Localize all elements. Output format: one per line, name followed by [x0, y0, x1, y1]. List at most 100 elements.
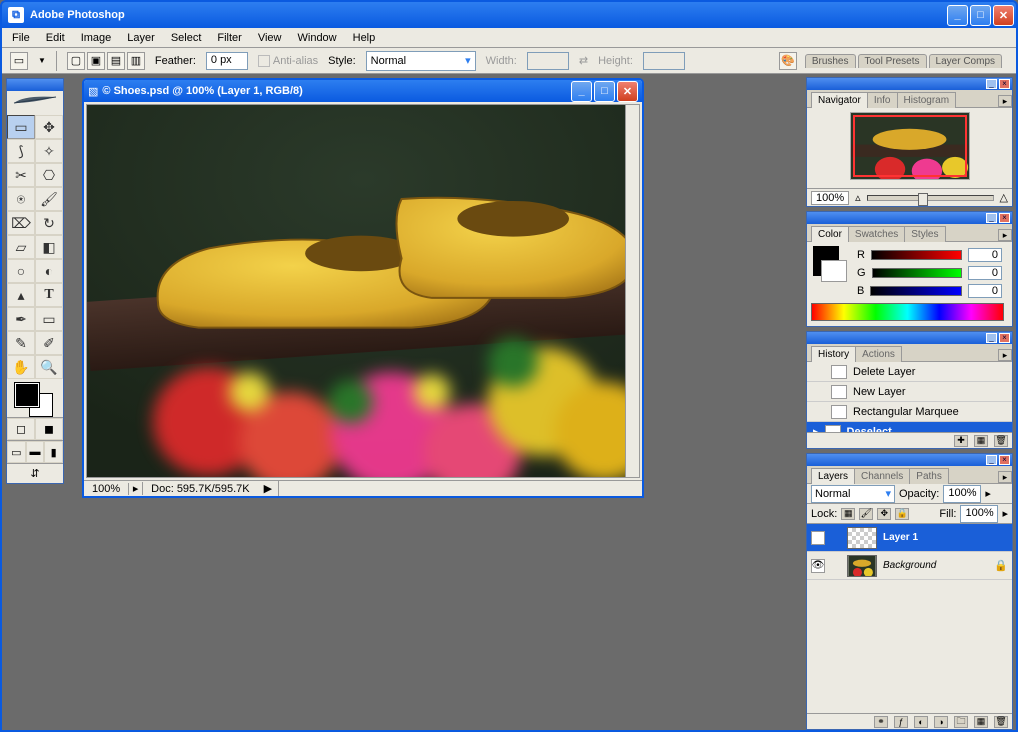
link-layers-button[interactable]: ⚭: [874, 716, 888, 728]
new-fill-adj-button[interactable]: ◑: [934, 716, 948, 728]
opacity-input[interactable]: 100%: [943, 485, 981, 503]
selection-add-icon[interactable]: ▣: [87, 52, 105, 70]
doc-close-button[interactable]: ✕: [617, 81, 638, 102]
layer-thumbnail[interactable]: [847, 555, 877, 577]
lock-position-button[interactable]: ✥: [877, 508, 891, 520]
visibility-toggle-icon[interactable]: 👁: [811, 559, 825, 573]
panel-menu-button[interactable]: ▸: [998, 229, 1012, 241]
marquee-tool[interactable]: ▭: [7, 115, 35, 139]
pen-tool[interactable]: ✒: [7, 307, 35, 331]
menu-file[interactable]: File: [4, 29, 38, 47]
gradient-tool[interactable]: ◧: [35, 235, 63, 259]
lasso-tool[interactable]: ⟆: [7, 139, 35, 163]
horizontal-scrollbar[interactable]: [278, 481, 642, 496]
navigator-thumbnail[interactable]: [850, 112, 970, 180]
brush-tool[interactable]: 🖌: [35, 187, 63, 211]
document-canvas-area[interactable]: [86, 104, 640, 478]
doc-maximize-button[interactable]: □: [594, 81, 615, 102]
selection-intersect-icon[interactable]: ▥: [127, 52, 145, 70]
menu-select[interactable]: Select: [163, 29, 210, 47]
type-tool[interactable]: T: [35, 283, 63, 307]
fill-flyout-icon[interactable]: ▸: [1002, 507, 1008, 520]
window-close-button[interactable]: ✕: [993, 5, 1014, 26]
lock-image-button[interactable]: 🖌: [859, 508, 873, 520]
window-minimize-button[interactable]: _: [947, 5, 968, 26]
dodge-tool[interactable]: ◐: [35, 259, 63, 283]
menu-edit[interactable]: Edit: [38, 29, 73, 47]
notes-tool[interactable]: ✎: [7, 331, 35, 355]
channel-b-slider[interactable]: [870, 286, 962, 296]
tab-layers[interactable]: Layers: [811, 468, 855, 484]
slice-tool[interactable]: ⎔: [35, 163, 63, 187]
history-item[interactable]: Delete Layer: [807, 362, 1012, 382]
zoom-tool[interactable]: 🔍: [35, 355, 63, 379]
menu-view[interactable]: View: [250, 29, 290, 47]
channel-g-input[interactable]: 0: [968, 266, 1002, 280]
fill-input[interactable]: 100%: [960, 505, 998, 523]
history-brush-tool[interactable]: ↻: [35, 211, 63, 235]
chevron-down-icon[interactable]: ▼: [38, 56, 46, 65]
clone-stamp-tool[interactable]: ⌦: [7, 211, 35, 235]
layer-style-button[interactable]: ƒ: [894, 716, 908, 728]
style-select[interactable]: Normal ▾: [366, 51, 476, 71]
layer-name[interactable]: Background: [883, 560, 936, 571]
tab-navigator[interactable]: Navigator: [811, 92, 868, 108]
foreground-color-swatch[interactable]: [15, 383, 39, 407]
tab-history[interactable]: History: [811, 346, 856, 362]
panel-minimize-button[interactable]: _: [986, 213, 997, 223]
channel-g-slider[interactable]: [872, 268, 962, 278]
channel-b-input[interactable]: 0: [968, 284, 1002, 298]
tab-actions[interactable]: Actions: [855, 346, 902, 362]
color-spectrum[interactable]: [811, 303, 1004, 321]
move-tool[interactable]: ✥: [35, 115, 63, 139]
menu-help[interactable]: Help: [345, 29, 384, 47]
tab-styles[interactable]: Styles: [904, 226, 945, 242]
eraser-tool[interactable]: ▱: [7, 235, 35, 259]
visibility-toggle-icon[interactable]: 👁: [811, 531, 825, 545]
panel-minimize-button[interactable]: _: [986, 79, 997, 89]
marquee-preset-icon[interactable]: ▭: [10, 52, 28, 70]
tab-swatches[interactable]: Swatches: [848, 226, 905, 242]
menu-window[interactable]: Window: [290, 29, 345, 47]
hand-tool[interactable]: ✋: [7, 355, 35, 379]
color-panel[interactable]: _× Color Swatches Styles ▸ R0 G0 B0: [806, 211, 1013, 327]
document-zoom-field[interactable]: 100%: [84, 483, 129, 495]
lock-transparency-button[interactable]: ▦: [841, 508, 855, 520]
standard-mode-button[interactable]: ◻: [7, 418, 35, 440]
panel-minimize-button[interactable]: _: [986, 333, 997, 343]
layer-mask-button[interactable]: ◐: [914, 716, 928, 728]
toolbox-titlebar[interactable]: [7, 79, 63, 91]
panel-close-button[interactable]: ×: [999, 333, 1010, 343]
new-document-from-state-button[interactable]: ▦: [974, 435, 988, 447]
history-item[interactable]: ▸Deselect: [807, 422, 1012, 432]
vertical-scrollbar[interactable]: [625, 105, 639, 477]
menu-layer[interactable]: Layer: [119, 29, 163, 47]
new-group-button[interactable]: 🗀: [954, 716, 968, 728]
layer-row[interactable]: 👁 Layer 1: [807, 524, 1012, 552]
panel-menu-button[interactable]: ▸: [998, 95, 1012, 107]
quickmask-mode-button[interactable]: ◼: [35, 418, 63, 440]
blur-tool[interactable]: ○: [7, 259, 35, 283]
menu-filter[interactable]: Filter: [209, 29, 249, 47]
screen-standard-button[interactable]: ▭: [7, 441, 26, 463]
history-item[interactable]: Rectangular Marquee: [807, 402, 1012, 422]
jump-to-imageready-button[interactable]: ⇵: [7, 463, 63, 483]
menu-image[interactable]: Image: [73, 29, 120, 47]
zoom-out-icon[interactable]: ▵: [855, 191, 861, 204]
panel-menu-button[interactable]: ▸: [998, 349, 1012, 361]
toolbox-panel[interactable]: ▭ ✥ ⟆ ✧ ✂ ⎔ ⍟ 🖌 ⌦ ↻ ▱ ◧ ○ ◐ ▴ T ✒ ▭ ✎ ✐: [6, 78, 64, 484]
selection-new-icon[interactable]: ▢: [67, 52, 85, 70]
palette-well-icon[interactable]: 🎨: [779, 52, 797, 70]
tab-paths[interactable]: Paths: [909, 468, 949, 484]
shape-tool[interactable]: ▭: [35, 307, 63, 331]
eyedropper-tool[interactable]: ✐: [35, 331, 63, 355]
window-maximize-button[interactable]: □: [970, 5, 991, 26]
channel-r-slider[interactable]: [871, 250, 962, 260]
dock-tab-layer-comps[interactable]: Layer Comps: [929, 54, 1002, 68]
panel-close-button[interactable]: ×: [999, 455, 1010, 465]
panel-close-button[interactable]: ×: [999, 213, 1010, 223]
feather-input[interactable]: 0 px: [206, 52, 248, 70]
history-item[interactable]: New Layer: [807, 382, 1012, 402]
panel-close-button[interactable]: ×: [999, 79, 1010, 89]
status-menu-icon[interactable]: ▸: [129, 482, 143, 495]
